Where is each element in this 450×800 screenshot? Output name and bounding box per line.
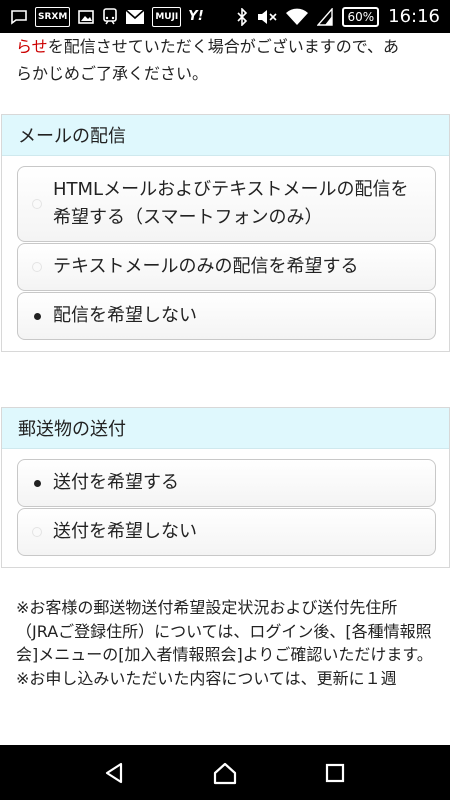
option-label: テキストメールのみの配信を希望する xyxy=(53,256,359,277)
chat-bubble-icon xyxy=(10,7,28,27)
intro-highlight: らせ xyxy=(16,37,48,56)
intro-line2: らかじめご了承ください。 xyxy=(16,64,209,83)
clock: 16:16 xyxy=(388,6,440,27)
mail-option-html-and-text[interactable]: HTMLメールおよびテキストメールの配信を希望する（スマートフォンのみ） xyxy=(17,166,436,242)
intro-line1: を配信させていただく場合がございますので、あ xyxy=(47,37,400,56)
mail-delivery-section: メールの配信 HTMLメールおよびテキストメールの配信を希望する（スマートフォン… xyxy=(1,114,450,352)
postal-option-no-send[interactable]: 送付を希望しない xyxy=(17,508,436,556)
signal-icon xyxy=(317,7,334,27)
mail-options: HTMLメールおよびテキストメールの配信を希望する（スマートフォンのみ） テキス… xyxy=(2,156,449,351)
image-icon xyxy=(77,7,95,27)
postal-options: 送付を希望する 送付を希望しない xyxy=(2,449,449,567)
postal-delivery-section: 郵送物の送付 送付を希望する 送付を希望しない xyxy=(1,407,450,568)
mail-option-text-only[interactable]: テキストメールのみの配信を希望する xyxy=(17,243,436,291)
sirius-xm-icon: SRXM xyxy=(35,6,71,27)
home-icon xyxy=(213,762,237,784)
mute-icon xyxy=(257,7,278,27)
radio-checked-icon[interactable] xyxy=(34,312,41,320)
recents-button[interactable] xyxy=(315,753,355,793)
postal-option-send[interactable]: 送付を希望する xyxy=(17,459,436,507)
option-label: 送付を希望する xyxy=(53,472,179,493)
status-bar: SRXM MUJI Y! 60% 16:16 xyxy=(0,0,450,33)
yahoo-icon: Y! xyxy=(188,9,204,24)
radio-unchecked-icon[interactable] xyxy=(32,527,42,537)
battery-indicator: 60% xyxy=(342,6,380,27)
radio-checked-icon[interactable] xyxy=(34,479,41,487)
navigation-bar xyxy=(0,745,450,800)
back-button[interactable] xyxy=(95,753,135,793)
mail-option-none[interactable]: 配信を希望しない xyxy=(17,292,436,340)
bluetooth-icon xyxy=(236,7,248,27)
radio-unchecked-icon[interactable] xyxy=(32,199,42,209)
note-update-timing: ※お申し込みいただいた内容については、更新に１週 xyxy=(16,668,397,688)
back-triangle-icon xyxy=(105,762,123,783)
wifi-icon xyxy=(286,7,309,27)
recents-square-icon xyxy=(325,763,345,782)
option-label: HTMLメールおよびテキストメールの配信を希望する（スマートフォンのみ） xyxy=(53,179,409,228)
page-content: らせを配信させていただく場合がございますので、あ らかじめご了承ください。 メー… xyxy=(0,33,450,745)
postal-section-header: 郵送物の送付 xyxy=(2,408,449,449)
train-icon xyxy=(102,7,118,27)
muji-icon: MUJI xyxy=(152,6,182,27)
mail-section-header: メールの配信 xyxy=(2,115,449,156)
mail-icon xyxy=(125,7,145,27)
option-label: 配信を希望しない xyxy=(53,305,197,326)
radio-unchecked-icon[interactable] xyxy=(32,262,42,272)
option-label: 送付を希望しない xyxy=(53,521,197,542)
note-address-info: ※お客様の郵送物送付希望設定状況および送付先住所（JRAご登録住所）については、… xyxy=(16,598,433,664)
home-button[interactable] xyxy=(205,753,245,793)
intro-text: らせを配信させていただく場合がございますので、あ らかじめご了承ください。 xyxy=(0,33,450,87)
